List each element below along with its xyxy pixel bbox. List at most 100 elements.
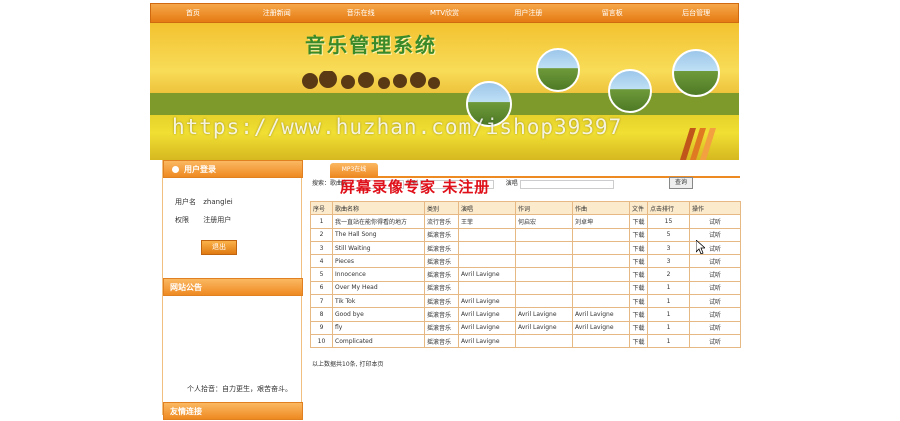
cell-composer bbox=[572, 240, 630, 256]
cell-download[interactable]: 下载 bbox=[629, 280, 648, 296]
nav-register[interactable]: 用户注册 bbox=[486, 4, 570, 22]
cell-lyricist: 何启宏 bbox=[515, 214, 573, 229]
username-row: 用户名 zhanglei bbox=[175, 197, 233, 207]
page-wrapper: 首页 注册新闻 音乐在线 MTV欣赏 用户注册 留言板 后台管理 音乐管理系统 … bbox=[150, 0, 741, 420]
role-value: 注册用户 bbox=[203, 216, 232, 224]
cell-lyricist: Avril Lavigne bbox=[515, 320, 573, 335]
cell-clicks: 3 bbox=[647, 240, 690, 256]
cell-index: 1 bbox=[310, 214, 333, 229]
col-header-index: 序号 bbox=[310, 200, 333, 216]
cell-listen[interactable]: 试听 bbox=[689, 294, 741, 309]
table-row: 10 Complicated 摇滚音乐 Avril Lavigne 下载 1 试听 bbox=[310, 333, 741, 349]
cell-download[interactable]: 下载 bbox=[629, 240, 648, 256]
nav-guestbook[interactable]: 留言板 bbox=[570, 4, 654, 22]
nav-home[interactable]: 首页 bbox=[151, 4, 235, 22]
cell-composer bbox=[572, 333, 630, 349]
site-title: 音乐管理系统 bbox=[305, 33, 437, 57]
cell-singer: 王菲 bbox=[458, 214, 516, 229]
cell-download[interactable]: 下载 bbox=[629, 214, 648, 229]
cell-category: 摇滚音乐 bbox=[424, 227, 459, 242]
cell-listen[interactable]: 试听 bbox=[689, 280, 741, 296]
links-panel-header: 友情连接 bbox=[163, 402, 303, 420]
nav-news[interactable]: 注册新闻 bbox=[235, 4, 319, 22]
nav-admin[interactable]: 后台管理 bbox=[654, 4, 738, 22]
table-row: 3 Still Waiting 摇滚音乐 下载 3 试听 bbox=[310, 240, 741, 256]
notice-text: 个人拾音：自力更生，艰苦奋斗。 bbox=[187, 385, 292, 393]
cell-composer bbox=[572, 267, 630, 282]
cell-clicks: 1 bbox=[647, 320, 690, 335]
nav-mtv[interactable]: MTV欣赏 bbox=[403, 4, 487, 22]
cell-composer bbox=[572, 280, 630, 296]
header-banner: 音乐管理系统 bbox=[150, 23, 739, 160]
tree-line-icon bbox=[302, 71, 440, 89]
cell-listen[interactable]: 试听 bbox=[689, 320, 741, 335]
cell-category: 摇滚音乐 bbox=[424, 333, 459, 349]
cell-song-name: Over My Head bbox=[332, 280, 425, 296]
cell-category: 摇滚音乐 bbox=[424, 267, 459, 282]
cell-singer: Avril Lavigne bbox=[458, 333, 516, 349]
tab-mp3-online[interactable]: MP3在线 bbox=[330, 163, 378, 177]
watermark-url: https://www.huzhan.com/ishop39397 bbox=[172, 115, 623, 139]
cell-lyricist bbox=[515, 254, 573, 269]
cell-singer: Avril Lavigne bbox=[458, 320, 516, 335]
cell-index: 10 bbox=[310, 333, 333, 349]
cell-clicks: 1 bbox=[647, 307, 690, 322]
search-button[interactable]: 查询 bbox=[669, 177, 693, 189]
nav-music-online[interactable]: 音乐在线 bbox=[319, 4, 403, 22]
table-row: 6 Over My Head 摇滚音乐 下载 1 试听 bbox=[310, 280, 741, 296]
cell-category: 摇滚音乐 bbox=[424, 294, 459, 309]
role-row: 权限 注册用户 bbox=[175, 215, 231, 225]
cell-download[interactable]: 下载 bbox=[629, 227, 648, 242]
cell-index: 9 bbox=[310, 320, 333, 335]
cell-listen[interactable]: 试听 bbox=[689, 254, 741, 269]
cell-index: 3 bbox=[310, 240, 333, 256]
cell-song-name: Pieces bbox=[332, 254, 425, 269]
top-nav: 首页 注册新闻 音乐在线 MTV欣赏 用户注册 留言板 后台管理 bbox=[150, 3, 739, 23]
left-sidebar: 用户登录 用户名 zhanglei 权限 注册用户 退出 网站公告 个人拾音：自… bbox=[162, 160, 303, 420]
cell-category: 摇滚音乐 bbox=[424, 280, 459, 296]
cell-listen[interactable]: 试听 bbox=[689, 307, 741, 322]
username-value: zhanglei bbox=[203, 198, 233, 206]
logout-button[interactable]: 退出 bbox=[201, 240, 237, 255]
cell-category: 流行音乐 bbox=[424, 214, 459, 229]
cell-song-name: Good bye bbox=[332, 307, 425, 322]
cell-clicks: 1 bbox=[647, 333, 690, 349]
table-header-row: 序号 歌曲名称 类别 演唱 作词 作曲 文件 点击排行 操作 bbox=[310, 200, 741, 216]
username-label: 用户名 bbox=[175, 198, 196, 206]
cell-download[interactable]: 下载 bbox=[629, 320, 648, 335]
col-header-clicks: 点击排行 bbox=[647, 200, 690, 216]
cell-composer: Avril Lavigne bbox=[572, 320, 630, 335]
cell-category: 摇滚音乐 bbox=[424, 320, 459, 335]
cell-lyricist bbox=[515, 267, 573, 282]
cell-download[interactable]: 下载 bbox=[629, 267, 648, 282]
cell-singer bbox=[458, 227, 516, 242]
cell-lyricist bbox=[515, 333, 573, 349]
cell-index: 5 bbox=[310, 267, 333, 282]
cell-listen[interactable]: 试听 bbox=[689, 267, 741, 282]
cell-download[interactable]: 下载 bbox=[629, 254, 648, 269]
cell-singer: Avril Lavigne bbox=[458, 267, 516, 282]
cell-lyricist bbox=[515, 240, 573, 256]
singer-input[interactable] bbox=[519, 179, 614, 189]
cell-download[interactable]: 下载 bbox=[629, 294, 648, 309]
cell-singer: Avril Lavigne bbox=[458, 294, 516, 309]
search-label-singer: 演唱 bbox=[505, 180, 518, 187]
cell-clicks: 3 bbox=[647, 254, 690, 269]
cell-download[interactable]: 下载 bbox=[629, 307, 648, 322]
cell-listen[interactable]: 试听 bbox=[689, 214, 741, 229]
cell-category: 摇滚音乐 bbox=[424, 307, 459, 322]
table-row: 8 Good bye 摇滚音乐 Avril Lavigne Avril Lavigne A… bbox=[310, 307, 741, 322]
mouse-cursor-icon bbox=[696, 240, 705, 254]
table-row: 2 The Hall Song 摇滚音乐 下载 5 试听 bbox=[310, 227, 741, 242]
login-panel-title: 用户登录 bbox=[184, 165, 216, 174]
cell-listen[interactable]: 试听 bbox=[689, 333, 741, 349]
col-header-file: 文件 bbox=[629, 200, 648, 216]
table-row: 1 我一直站在能你得看的地方 流行音乐 王菲 何启宏 刘卓坤 下载 15 试听 bbox=[310, 214, 741, 229]
cell-lyricist bbox=[515, 294, 573, 309]
cell-composer bbox=[572, 254, 630, 269]
cell-index: 2 bbox=[310, 227, 333, 242]
cell-index: 7 bbox=[310, 294, 333, 309]
cell-download[interactable]: 下载 bbox=[629, 333, 648, 349]
cell-song-name: Tik Tok bbox=[332, 294, 425, 309]
cell-singer bbox=[458, 280, 516, 296]
